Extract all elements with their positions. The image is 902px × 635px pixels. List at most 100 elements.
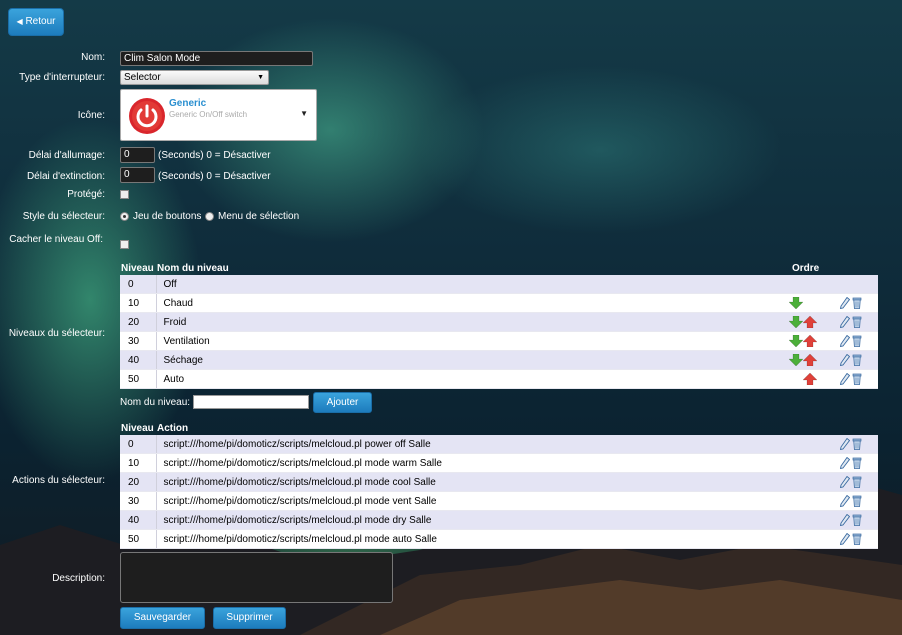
off-delay-input[interactable]: 0 xyxy=(120,167,155,183)
level-value: 0 xyxy=(120,275,157,294)
action-row: 10 script:///home/pi/domoticz/scripts/mel… xyxy=(120,453,878,473)
edit-pencil-icon[interactable] xyxy=(839,533,850,545)
save-button[interactable]: Sauvegarder xyxy=(120,607,205,629)
level-name-cell: Chaud xyxy=(156,293,878,313)
action-level: 50 xyxy=(120,529,157,549)
icon-label: Icône: xyxy=(77,110,105,121)
level-row: 0 Off xyxy=(120,275,878,294)
delete-trash-icon[interactable] xyxy=(852,533,862,545)
row-actions xyxy=(839,514,863,526)
move-up-arrow-icon[interactable] xyxy=(802,354,817,366)
edit-pencil-icon[interactable] xyxy=(839,495,850,507)
description-label: Description: xyxy=(52,573,105,584)
name-input[interactable]: Clim Salon Mode xyxy=(120,51,313,66)
level-name: Ventilation xyxy=(163,335,210,347)
row-actions xyxy=(839,354,863,366)
delete-trash-icon[interactable] xyxy=(852,438,862,450)
level-row: 10 Chaud xyxy=(120,293,878,313)
row-actions xyxy=(839,316,863,328)
edit-pencil-icon[interactable] xyxy=(839,457,850,469)
action-level: 0 xyxy=(120,435,157,454)
row-actions xyxy=(839,438,863,450)
action-level: 10 xyxy=(120,453,157,473)
delete-trash-icon[interactable] xyxy=(852,514,862,526)
actions-col-action: Action xyxy=(157,423,189,434)
level-row: 30 Ventilation xyxy=(120,331,878,351)
level-name-input[interactable] xyxy=(193,395,309,409)
edit-pencil-icon[interactable] xyxy=(839,514,850,526)
action-row: 20 script:///home/pi/domoticz/scripts/mel… xyxy=(120,472,878,492)
edit-pencil-icon[interactable] xyxy=(839,316,850,328)
delete-trash-icon[interactable] xyxy=(852,495,862,507)
protected-checkbox[interactable] xyxy=(120,190,129,199)
move-down-arrow-icon[interactable] xyxy=(788,354,803,366)
edit-pencil-icon[interactable] xyxy=(839,373,850,385)
row-actions xyxy=(839,335,863,347)
level-row: 40 Séchage xyxy=(120,350,878,370)
action-row: 50 script:///home/pi/domoticz/scripts/mel… xyxy=(120,529,878,549)
add-level-button[interactable]: Ajouter xyxy=(313,392,372,413)
move-down-arrow-icon[interactable] xyxy=(788,316,803,328)
delete-trash-icon[interactable] xyxy=(852,297,862,309)
action-cell: script:///home/pi/domoticz/scripts/melcl… xyxy=(156,529,878,549)
action-cell: script:///home/pi/domoticz/scripts/melcl… xyxy=(156,453,878,473)
action-cell: script:///home/pi/domoticz/scripts/melcl… xyxy=(156,472,878,492)
order-controls xyxy=(788,297,819,309)
power-icon xyxy=(129,98,165,134)
delete-trash-icon[interactable] xyxy=(852,335,862,347)
row-actions xyxy=(839,297,863,309)
on-delay-input[interactable]: 0 xyxy=(120,147,155,163)
level-value: 50 xyxy=(120,369,157,389)
delete-trash-icon[interactable] xyxy=(852,316,862,328)
level-name-cell: Auto xyxy=(156,369,878,389)
action-row: 0 script:///home/pi/domoticz/scripts/melc… xyxy=(120,435,878,454)
level-value: 20 xyxy=(120,312,157,332)
selector-style-label: Style du sélecteur: xyxy=(22,211,105,222)
name-label: Nom: xyxy=(81,52,105,63)
levels-table: 0 Off 10 Chaud 20 Froid 30 Ventilation 40 Séch… xyxy=(120,275,878,389)
row-actions xyxy=(839,476,863,488)
description-textarea[interactable] xyxy=(120,552,393,603)
edit-pencil-icon[interactable] xyxy=(839,354,850,366)
edit-pencil-icon[interactable] xyxy=(839,297,850,309)
style-buttons-radio[interactable] xyxy=(120,212,129,221)
delete-trash-icon[interactable] xyxy=(852,354,862,366)
level-value: 30 xyxy=(120,331,157,351)
selector-actions-label: Actions du sélecteur: xyxy=(12,475,105,486)
protected-label: Protégé: xyxy=(67,189,105,200)
levels-col-name: Nom du niveau xyxy=(157,263,229,274)
action-command: script:///home/pi/domoticz/scripts/melcl… xyxy=(163,457,442,469)
dropdown-arrow-icon: ▼ xyxy=(300,109,308,118)
delete-trash-icon[interactable] xyxy=(852,476,862,488)
style-menu-radio[interactable] xyxy=(205,212,214,221)
level-name-cell: Séchage xyxy=(156,350,878,370)
hide-off-checkbox[interactable] xyxy=(120,240,129,249)
row-actions xyxy=(839,457,863,469)
action-cell: script:///home/pi/domoticz/scripts/melcl… xyxy=(156,435,878,454)
action-row: 40 script:///home/pi/domoticz/scripts/mel… xyxy=(120,510,878,530)
delete-button[interactable]: Supprimer xyxy=(213,607,286,629)
move-up-arrow-icon[interactable] xyxy=(802,373,817,385)
move-down-arrow-icon[interactable] xyxy=(788,297,803,309)
move-down-arrow-icon[interactable] xyxy=(788,335,803,347)
level-value: 10 xyxy=(120,293,157,313)
move-up-arrow-icon[interactable] xyxy=(802,335,817,347)
edit-pencil-icon[interactable] xyxy=(839,476,850,488)
action-cell: script:///home/pi/domoticz/scripts/melcl… xyxy=(156,491,878,511)
back-button[interactable]: ◀ Retour xyxy=(8,8,64,36)
edit-pencil-icon[interactable] xyxy=(839,438,850,450)
order-controls xyxy=(788,335,819,347)
edit-pencil-icon[interactable] xyxy=(839,335,850,347)
level-name: Séchage xyxy=(163,354,203,366)
move-up-arrow-icon[interactable] xyxy=(802,316,817,328)
delete-trash-icon[interactable] xyxy=(852,457,862,469)
level-name: Chaud xyxy=(163,297,193,309)
switch-type-select[interactable]: Selector ▼ xyxy=(120,70,269,85)
icon-select[interactable]: Generic Generic On/Off switch ▼ xyxy=(120,89,317,141)
order-controls xyxy=(788,316,819,328)
actions-col-level: Niveau xyxy=(121,423,154,434)
action-command: script:///home/pi/domoticz/scripts/melcl… xyxy=(163,514,432,526)
on-delay-hint: (Seconds) 0 = Désactiver xyxy=(158,150,271,161)
delete-trash-icon[interactable] xyxy=(852,373,862,385)
order-controls xyxy=(788,354,819,366)
